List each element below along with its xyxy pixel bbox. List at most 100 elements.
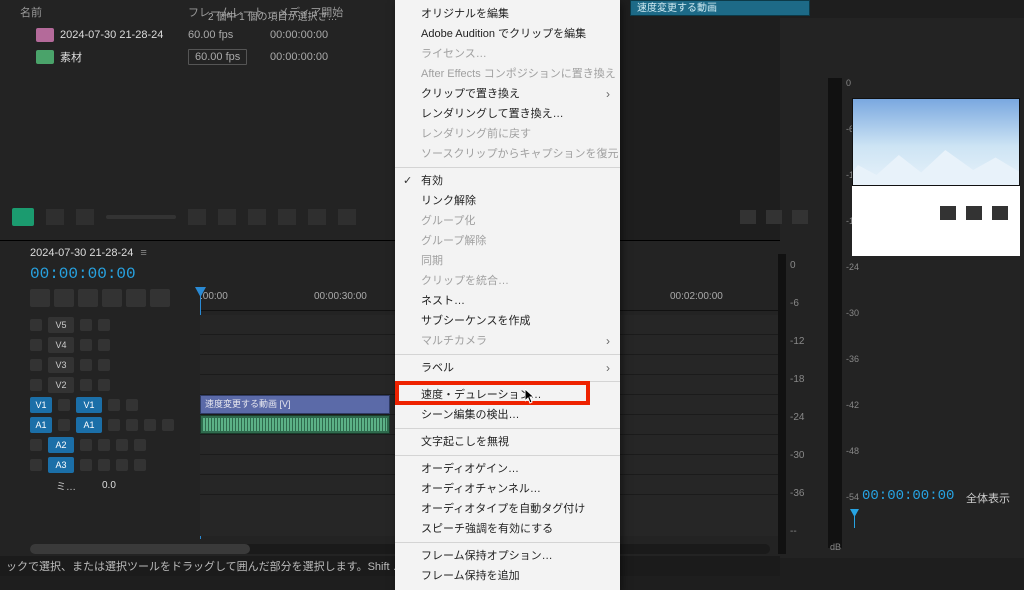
clip-video[interactable]: 速度変更する動画 [V]: [200, 395, 390, 414]
track-a2[interactable]: A2: [30, 435, 200, 455]
sync-icon[interactable]: [80, 359, 92, 371]
menu-item[interactable]: レンダリングして置き換え…: [395, 104, 620, 124]
tab-menu-icon[interactable]: ≡: [137, 247, 146, 259]
freeform-view-button[interactable]: [76, 209, 94, 225]
lock-icon[interactable]: [30, 359, 42, 371]
lock-icon[interactable]: [58, 399, 70, 411]
preview-thumbnail[interactable]: [852, 98, 1020, 186]
program-ruler[interactable]: [854, 512, 1014, 528]
voice-icon[interactable]: [134, 439, 146, 451]
col-name[interactable]: 名前: [20, 4, 188, 20]
track-label[interactable]: V3: [48, 357, 74, 373]
voice-icon[interactable]: [162, 419, 174, 431]
menu-item[interactable]: 速度・デュレーション…: [395, 385, 620, 405]
menu-item[interactable]: フレーム保持オプション…: [395, 546, 620, 566]
sequence-tab[interactable]: 2024-07-30 21-28-24 ≡: [30, 247, 147, 259]
new-bin-button[interactable]: [278, 209, 296, 225]
menu-item[interactable]: Adobe Audition でクリップを編集: [395, 24, 620, 44]
track-label[interactable]: V1: [76, 397, 102, 413]
timeline-timecode[interactable]: 00:00:00:00: [30, 265, 136, 283]
sync-icon[interactable]: [108, 419, 120, 431]
eye-icon[interactable]: [98, 319, 110, 331]
eye-icon[interactable]: [126, 399, 138, 411]
sync-icon[interactable]: [80, 319, 92, 331]
lock-icon[interactable]: [30, 339, 42, 351]
wrench-icon[interactable]: [126, 289, 146, 307]
program-playhead[interactable]: [854, 512, 855, 528]
linked-sel-button[interactable]: [54, 289, 74, 307]
scrollbar-thumb[interactable]: [30, 544, 250, 554]
master-value[interactable]: 0.0: [102, 480, 116, 491]
mute-icon[interactable]: [126, 419, 138, 431]
track-label[interactable]: V4: [48, 337, 74, 353]
track-label[interactable]: V2: [48, 377, 74, 393]
menu-item[interactable]: オーディオチャンネル…: [395, 479, 620, 499]
menu-item[interactable]: オリジナルを編集: [395, 4, 620, 24]
solo-icon[interactable]: [144, 419, 156, 431]
find-button[interactable]: [248, 209, 266, 225]
sort-button[interactable]: [188, 209, 206, 225]
track-label[interactable]: A3: [48, 457, 74, 473]
new-item-button[interactable]: [308, 209, 326, 225]
menu-item[interactable]: 有効: [395, 171, 620, 191]
menu-item[interactable]: サブシーケンスを作成: [395, 311, 620, 331]
eye-icon[interactable]: [98, 359, 110, 371]
cc-button[interactable]: [150, 289, 170, 307]
source-patch[interactable]: A1: [30, 417, 52, 433]
track-a3[interactable]: A3: [30, 455, 200, 475]
lock-icon[interactable]: [58, 419, 70, 431]
list-view-button[interactable]: [12, 208, 34, 226]
track-v3[interactable]: V3: [30, 355, 200, 375]
clip-context-menu[interactable]: オリジナルを編集Adobe Audition でクリップを編集ライセンス…Aft…: [395, 0, 620, 590]
menu-item[interactable]: 文字起こしを無視: [395, 432, 620, 452]
marker-button[interactable]: [78, 289, 98, 307]
track-v4[interactable]: V4: [30, 335, 200, 355]
menu-item[interactable]: シーン編集の検出…: [395, 405, 620, 425]
sync-icon[interactable]: [80, 379, 92, 391]
menu-item[interactable]: オーディオタイプを自動タグ付け: [395, 499, 620, 519]
lock-icon[interactable]: [30, 439, 42, 451]
mute-icon[interactable]: [98, 459, 110, 471]
lock-icon[interactable]: [30, 459, 42, 471]
auto-seq-button[interactable]: [218, 209, 236, 225]
menu-item[interactable]: オーディオゲイン…: [395, 459, 620, 479]
solo-icon[interactable]: [116, 459, 128, 471]
track-a1[interactable]: A1A1: [30, 415, 200, 435]
solo-icon[interactable]: [116, 439, 128, 451]
menu-item[interactable]: スピーチ強調を有効にする: [395, 519, 620, 539]
track-v5[interactable]: V5: [30, 315, 200, 335]
play-icon[interactable]: [766, 210, 782, 224]
eye-icon[interactable]: [98, 379, 110, 391]
project-row[interactable]: 2024-07-30 21-28-24 60.00 fps 00:00:00:0…: [0, 24, 395, 46]
wrench-icon[interactable]: [992, 206, 1008, 220]
zoom-slider[interactable]: [106, 215, 176, 219]
lock-icon[interactable]: [30, 319, 42, 331]
play-icon[interactable]: [966, 206, 982, 220]
track-label[interactable]: A2: [48, 437, 74, 453]
project-row[interactable]: 素材 60.00 fps 00:00:00:00: [0, 46, 395, 68]
eye-icon[interactable]: [98, 339, 110, 351]
menu-item[interactable]: リンク解除: [395, 191, 620, 211]
voice-icon[interactable]: [134, 459, 146, 471]
clip-audio[interactable]: [200, 415, 390, 434]
snap-button[interactable]: [30, 289, 50, 307]
icon-view-button[interactable]: [46, 209, 64, 225]
sync-icon[interactable]: [108, 399, 120, 411]
lock-icon[interactable]: [30, 379, 42, 391]
track-v2[interactable]: V2: [30, 375, 200, 395]
wrench-icon[interactable]: [792, 210, 808, 224]
source-patch[interactable]: V1: [30, 397, 52, 413]
track-label[interactable]: V5: [48, 317, 74, 333]
mute-icon[interactable]: [98, 439, 110, 451]
menu-item[interactable]: ネスト…: [395, 291, 620, 311]
menu-item[interactable]: フレーム保持を追加: [395, 566, 620, 586]
menu-item[interactable]: クリップで置き換え: [395, 84, 620, 104]
funnel-icon[interactable]: [740, 210, 756, 224]
menu-item[interactable]: ラベル: [395, 358, 620, 378]
sync-icon[interactable]: [80, 339, 92, 351]
track-v1[interactable]: V1 V1: [30, 395, 200, 415]
trash-button[interactable]: [338, 209, 356, 225]
track-master[interactable]: ミ…0.0: [30, 475, 200, 495]
filter-icon[interactable]: [940, 206, 956, 220]
row-framerate[interactable]: 60.00 fps: [188, 49, 270, 65]
